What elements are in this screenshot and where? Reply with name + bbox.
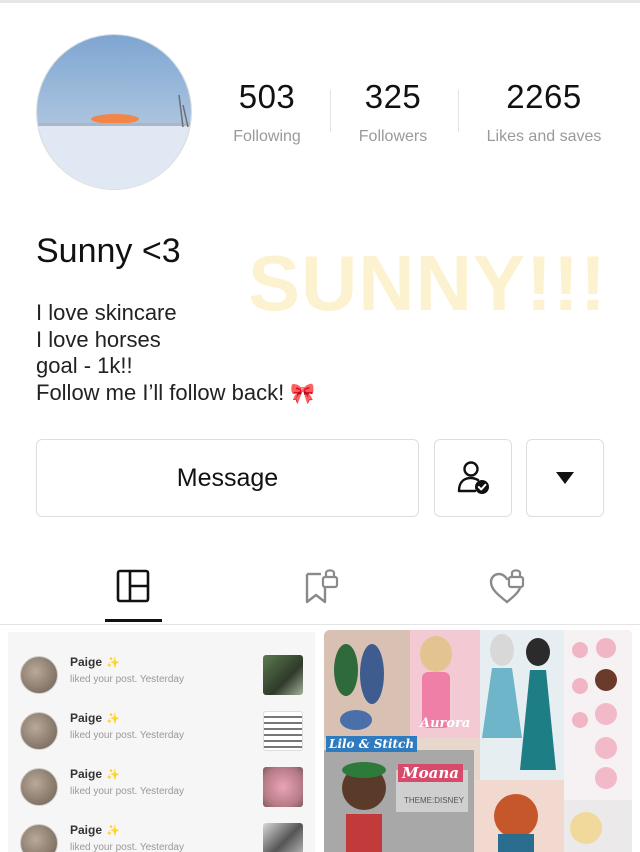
notif-name-text: Paige bbox=[70, 767, 103, 781]
list-item: Paige ✨ liked your post. Yesterday bbox=[8, 756, 315, 812]
notif-name: Paige ✨ bbox=[70, 823, 120, 837]
notif-name: Paige ✨ bbox=[70, 767, 120, 781]
caret-down-icon bbox=[556, 472, 574, 484]
tab-saved[interactable] bbox=[301, 566, 341, 606]
collage-label-lilo-stitch: Lilo & Stitch bbox=[326, 736, 418, 752]
list-item: Paige ✨ liked your post. Yesterday bbox=[8, 700, 315, 756]
sparkle-icon: ✨ bbox=[106, 769, 120, 781]
bow-emoji: 🎀 bbox=[290, 382, 316, 405]
person-check-icon bbox=[457, 461, 489, 494]
list-item: Paige ✨ liked your post. Yesterday bbox=[8, 644, 315, 700]
grid-icon bbox=[116, 569, 150, 603]
notif-text: liked your post. Yesterday bbox=[70, 842, 184, 852]
profile-avatar[interactable] bbox=[36, 34, 192, 190]
message-button-label: Message bbox=[176, 463, 279, 492]
notif-text: liked your post. Yesterday bbox=[70, 730, 184, 741]
notif-name-text: Paige bbox=[70, 655, 103, 669]
thumbnail bbox=[263, 767, 303, 807]
bio-line: Follow me I’ll follow back! 🎀 bbox=[36, 380, 315, 408]
more-options-button[interactable] bbox=[526, 439, 604, 517]
profile-bio: I love skincare I love horses goal - 1k!… bbox=[36, 300, 315, 407]
profile-stats: 503 Following 325 Followers 2265 Likes a… bbox=[200, 72, 640, 152]
sparkle-icon: ✨ bbox=[106, 657, 120, 669]
heart-lock-icon bbox=[489, 569, 525, 604]
sparkle-icon: ✨ bbox=[106, 713, 120, 725]
posts-grid: Paige ✨ liked your post. Yesterday Paige ✨… bbox=[0, 624, 640, 852]
notif-name-text: Paige bbox=[70, 711, 103, 725]
notif-name: Paige ✨ bbox=[70, 655, 120, 669]
stat-likes-saves[interactable]: 2265 Likes and saves bbox=[469, 72, 619, 151]
thumbnail bbox=[263, 823, 303, 852]
bio-line: I love horses bbox=[36, 326, 161, 352]
sparkle-icon: ✨ bbox=[106, 825, 120, 837]
followers-label: Followers bbox=[358, 128, 428, 145]
profile-username: Sunny <3 bbox=[36, 232, 181, 270]
active-tab-indicator bbox=[105, 619, 162, 622]
bio-line: I love skincare bbox=[36, 300, 177, 325]
post-thumbnail-disney-collage[interactable]: Lilo & Stitch Aurora Moana THEME:DISNEY bbox=[324, 630, 632, 852]
collage-label-aurora: Aurora bbox=[420, 716, 471, 731]
avatar bbox=[20, 824, 58, 852]
notif-name-text: Paige bbox=[70, 823, 103, 837]
notif-name: Paige ✨ bbox=[70, 711, 120, 725]
stat-followers[interactable]: 325 Followers bbox=[318, 72, 468, 151]
message-button[interactable]: Message bbox=[36, 439, 419, 517]
bio-line-text: Follow me I’ll follow back! bbox=[36, 379, 285, 405]
collage-label-moana: Moana bbox=[398, 764, 463, 782]
list-item: Paige ✨ liked your post. Yesterday bbox=[8, 812, 315, 852]
profile-tabs bbox=[0, 560, 640, 624]
thumbnail bbox=[263, 711, 303, 751]
collage-label-theme: THEME:DISNEY bbox=[404, 796, 465, 805]
likes-saves-label: Likes and saves bbox=[486, 128, 602, 145]
avatar bbox=[20, 656, 58, 694]
bio-line: goal - 1k!! bbox=[36, 353, 133, 378]
follow-status-button[interactable] bbox=[434, 439, 512, 517]
notif-text: liked your post. Yesterday bbox=[70, 786, 184, 797]
bookmark-lock-icon bbox=[305, 569, 339, 604]
likes-saves-count: 2265 bbox=[506, 78, 582, 115]
sunset-avatar-icon bbox=[37, 35, 191, 189]
followers-count: 325 bbox=[364, 78, 422, 115]
post-thumbnail-notifications[interactable]: Paige ✨ liked your post. Yesterday Paige ✨… bbox=[8, 632, 315, 852]
notif-text: liked your post. Yesterday bbox=[70, 674, 184, 685]
tab-posts[interactable] bbox=[113, 566, 153, 606]
avatar bbox=[20, 768, 58, 806]
tab-liked[interactable] bbox=[487, 566, 527, 606]
avatar bbox=[20, 712, 58, 750]
status-divider bbox=[0, 0, 640, 3]
thumbnail bbox=[263, 655, 303, 695]
stat-divider bbox=[458, 90, 459, 132]
